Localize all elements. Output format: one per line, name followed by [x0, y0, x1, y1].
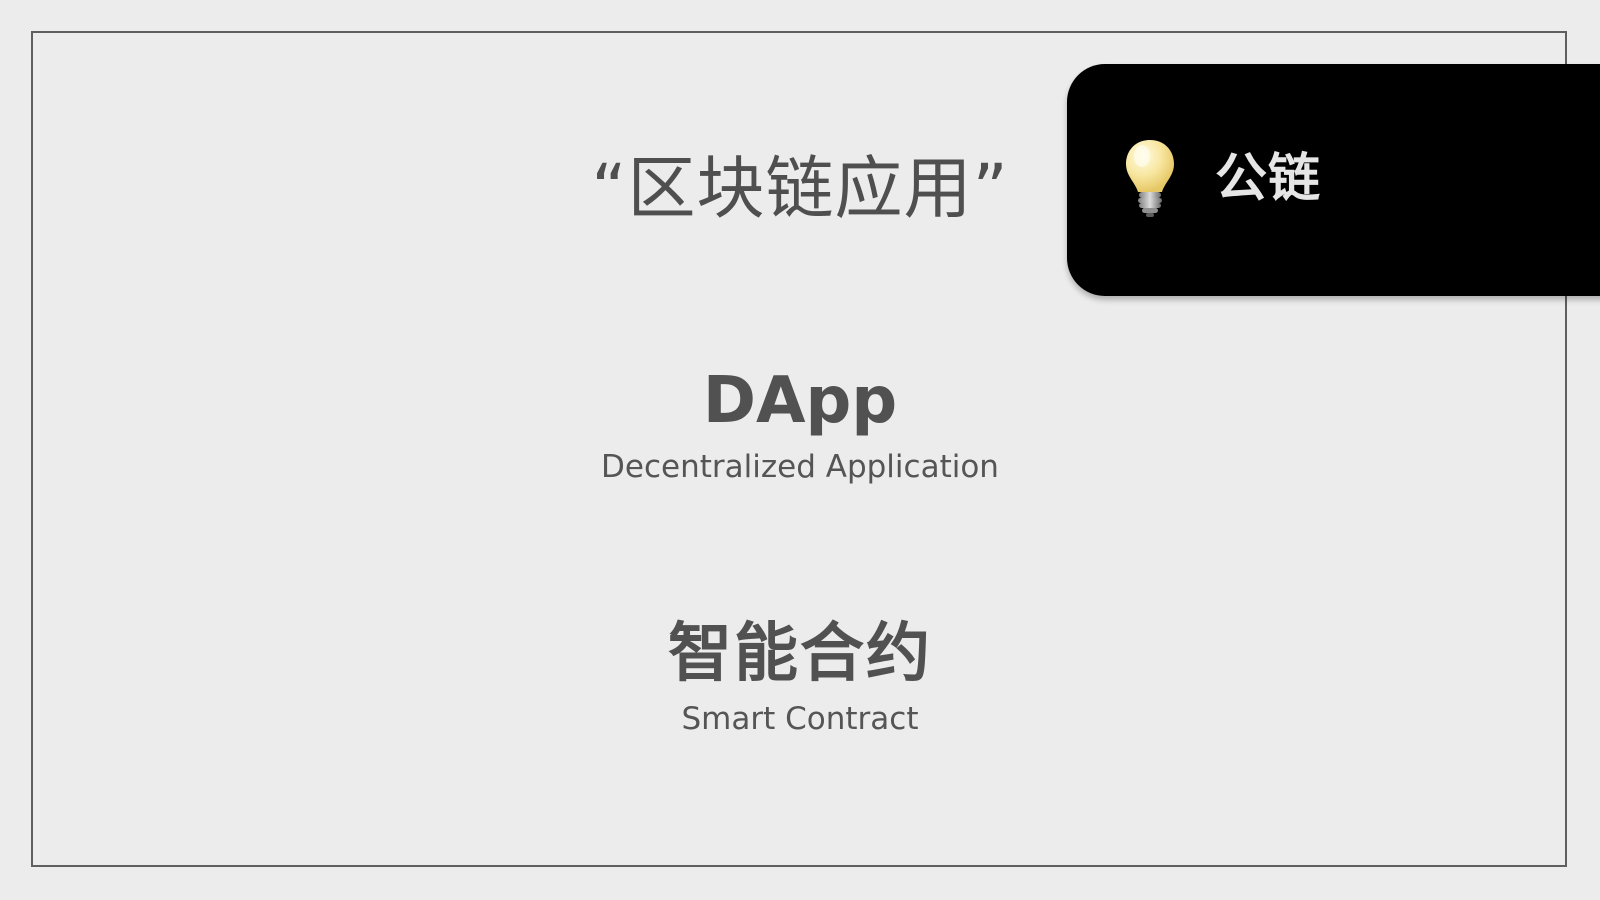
lightbulb-icon [1126, 140, 1174, 217]
smart-contract-subtitle: Smart Contract [681, 701, 919, 737]
smart-contract-term: 智能合约 [668, 617, 932, 691]
public-chain-label: 公链 [1215, 149, 1322, 209]
dapp-term: DApp [702, 364, 898, 438]
presentation-slide: “区块链应用” DApp Decentralized Application 智… [0, 0, 1600, 900]
public-chain-callout: 公链 [1067, 64, 1600, 296]
dapp-subtitle: Decentralized Application [601, 449, 999, 485]
